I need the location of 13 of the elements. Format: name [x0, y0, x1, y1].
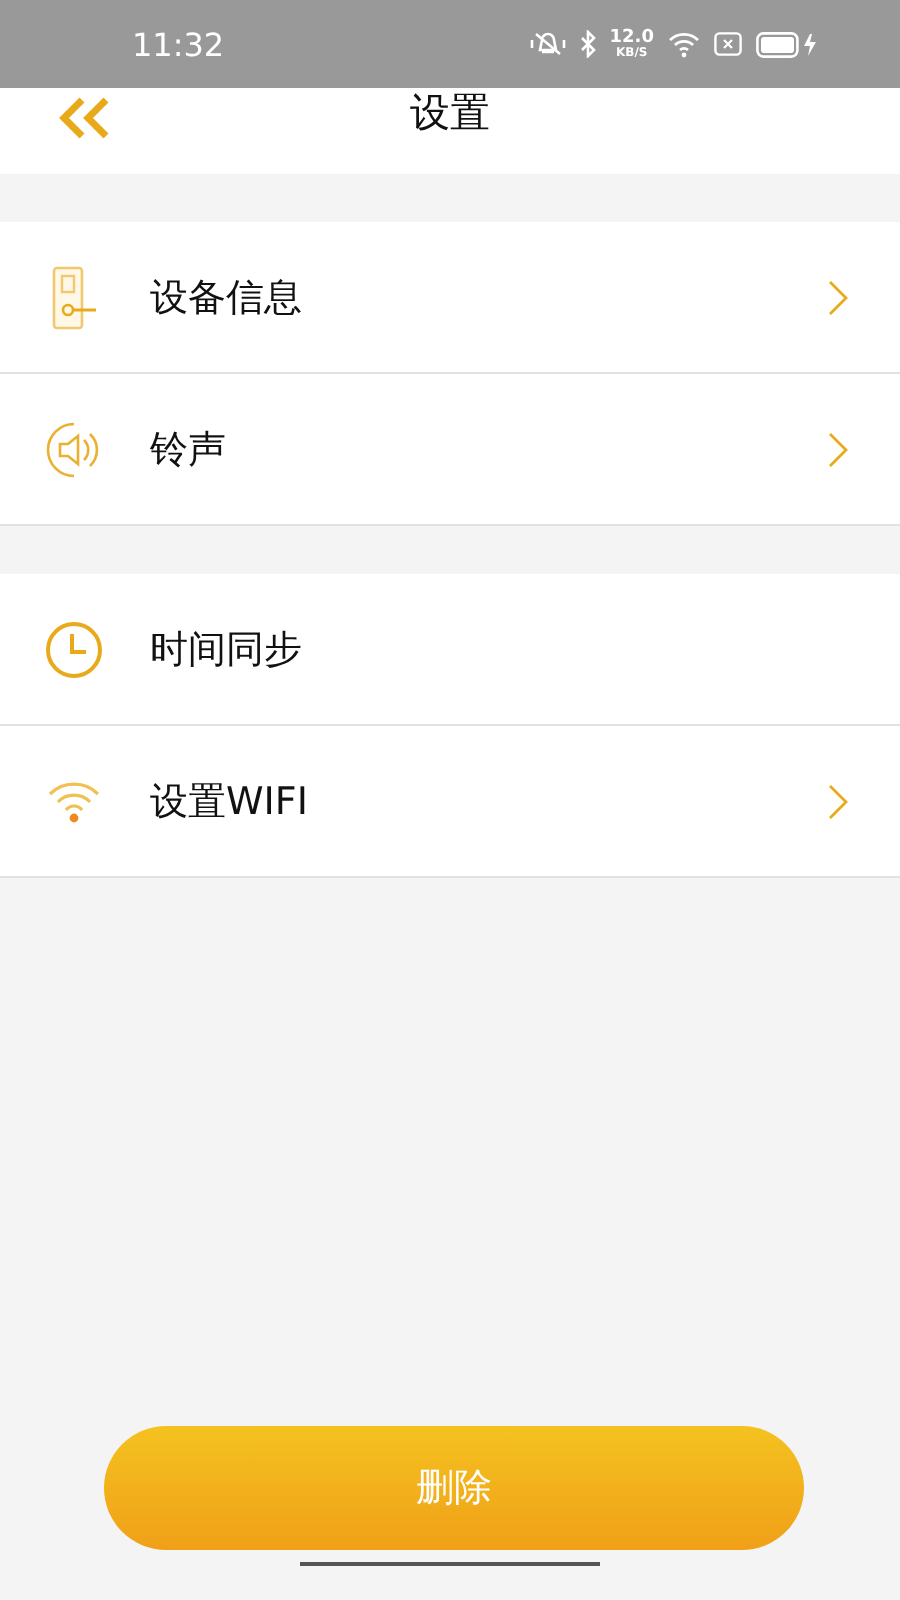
wifi-icon	[46, 779, 102, 823]
status-time: 11:32	[132, 25, 225, 63]
door-lock-icon	[50, 265, 98, 329]
sim-icon	[714, 32, 742, 56]
double-chevron-left-icon	[56, 94, 112, 142]
wifi-icon	[668, 31, 700, 57]
battery-icon	[756, 31, 820, 57]
page-title: 设置	[410, 86, 490, 140]
bluetooth-icon	[579, 30, 596, 58]
network-speed: 12.0	[609, 29, 654, 45]
clock-icon	[44, 619, 104, 679]
mute-icon	[529, 30, 566, 58]
speaker-icon	[44, 419, 104, 479]
